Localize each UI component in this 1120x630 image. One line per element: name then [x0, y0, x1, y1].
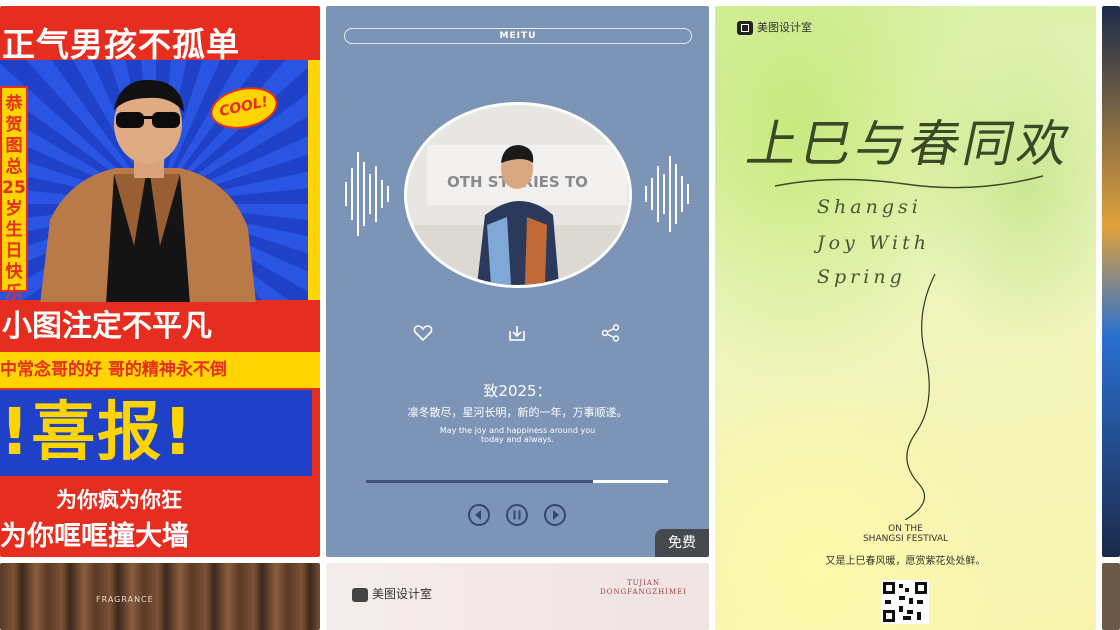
poster-line-6: 为你哐哐撞大墙	[0, 521, 189, 552]
poster-card-tujian[interactable]: 美图设计室 TUJIAN DONGFANGZHIMEI	[326, 563, 709, 630]
fragrance-label: FRAGRANCE	[96, 595, 154, 604]
brand-label: MEITU	[499, 31, 537, 41]
brand-header: 美图设计室	[737, 19, 812, 35]
action-icons	[326, 324, 709, 348]
meitu-logo-icon	[352, 587, 368, 602]
pause-icon[interactable]	[506, 504, 528, 526]
festival-line: SHANGSI FESTIVAL	[862, 534, 949, 544]
progress-bar[interactable]	[366, 480, 668, 483]
poster-card-fragrance[interactable]: FRAGRANCE	[0, 563, 320, 630]
yellow-rail	[308, 60, 320, 300]
download-icon[interactable]	[506, 324, 528, 346]
poster-card-partial-bottom[interactable]	[1102, 563, 1120, 630]
greeting-english-line-1: May the joy and happiness around you	[439, 426, 596, 435]
tujian-line-1: TUJIAN	[626, 579, 661, 587]
heart-icon[interactable]	[412, 324, 434, 346]
script-line-1: Shangsi	[817, 196, 922, 218]
greeting-title: 致2025：	[483, 382, 552, 400]
poster-line-5: 为你疯为你狂	[56, 488, 182, 512]
vertical-greeting-text: 恭贺图总25岁生日快乐	[2, 94, 26, 303]
sound-wave-left	[345, 152, 389, 236]
greeting-subtitle: 凛冬散尽，星河长明，新的一年，万事顺遂。	[407, 406, 628, 419]
poster-line-3: 中常念哥的好 哥的精神永不倒	[0, 352, 320, 388]
meitu-logo-icon	[737, 21, 753, 35]
vertical-greeting-box: 恭贺图总25岁生日快乐	[0, 86, 28, 303]
brand-header: 美图设计室	[352, 585, 432, 602]
script-line-3: Spring	[817, 266, 906, 288]
next-icon[interactable]	[544, 504, 566, 526]
brand-name: 美图设计室	[757, 21, 812, 34]
poster-headline: 正气男孩不孤单	[2, 25, 240, 64]
tujian-label: TUJIAN DONGFANGZHIMEI	[600, 579, 687, 597]
brand-bar: MEITU	[344, 28, 692, 44]
previous-icon[interactable]	[468, 504, 490, 526]
poster-line-2: 小图注定不平凡	[0, 302, 314, 352]
script-line-2: Joy With	[817, 232, 930, 254]
poster-big-title: !喜报!	[0, 390, 312, 476]
free-badge: 免费	[655, 529, 709, 557]
poster-card-birthday[interactable]: 正气男孩不孤单 恭贺图总25岁生日快乐 COOL! 小图注定不平凡 中常念哥的好…	[0, 6, 320, 557]
on-the-line: ON THE	[888, 524, 923, 534]
qr-code-icon[interactable]	[881, 580, 929, 624]
poster-card-spring[interactable]: 美图设计室 上巳与春同欢 Shangsi Joy With Spring ON …	[715, 6, 1096, 630]
greeting-english-line-2: today and always.	[481, 435, 554, 444]
brand-name: 美图设计室	[372, 587, 433, 601]
share-icon[interactable]	[600, 324, 622, 346]
tujian-line-2: DONGFANGZHIMEI	[600, 588, 687, 596]
festival-caption: 又是上巳春风暖，愿赏紫花处处鲜。	[825, 556, 986, 567]
poster-card-music[interactable]: MEITU OTH STORIES TO	[326, 6, 709, 557]
greeting-english: May the joy and happiness around you tod…	[326, 426, 709, 444]
flowing-line	[904, 274, 936, 520]
sound-wave-right	[645, 156, 689, 232]
poster-card-partial[interactable]	[1102, 6, 1120, 557]
progress-fill	[366, 480, 593, 483]
album-photo: OTH STORIES TO	[404, 102, 632, 288]
